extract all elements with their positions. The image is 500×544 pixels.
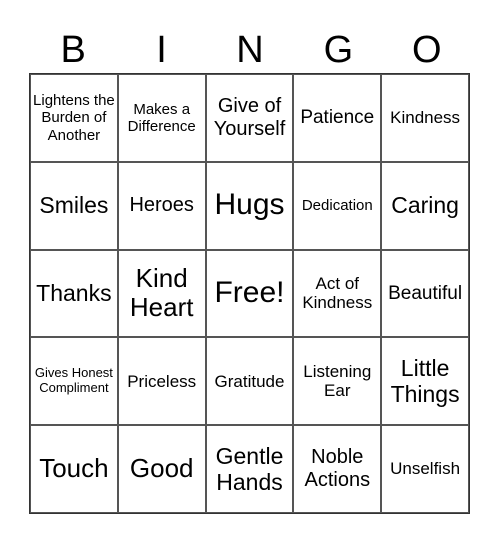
bingo-cell[interactable]: Touch (30, 425, 118, 513)
header-letter-b: B (60, 29, 86, 71)
bingo-header: B I N G O (29, 28, 471, 72)
header-letter-i: I (156, 29, 167, 71)
header-letter-o: O (411, 29, 442, 71)
bingo-cell[interactable]: Thanks (30, 249, 118, 338)
bingo-cell[interactable]: Patience (293, 74, 382, 162)
header-letter-g: G (323, 29, 354, 71)
bingo-cell[interactable]: Gratitude (205, 337, 294, 426)
bingo-cell[interactable]: Kindness (381, 74, 469, 162)
bingo-cell[interactable]: Dedication (293, 161, 382, 250)
header-letter-n: N (236, 29, 264, 71)
bingo-cell[interactable]: Kind Heart (117, 249, 206, 338)
bingo-cell[interactable]: Gentle Hands (205, 425, 294, 513)
free-space[interactable]: Free! (205, 249, 294, 338)
bingo-cell[interactable]: Beautiful (381, 249, 469, 338)
bingo-cell[interactable]: Makes a Difference (117, 74, 206, 162)
bingo-cell[interactable]: Hugs (205, 161, 294, 250)
bingo-cell[interactable]: Noble Actions (293, 425, 382, 513)
bingo-cell[interactable]: Give of Yourself (205, 74, 294, 162)
bingo-cell[interactable]: Gives Honest Compliment (30, 337, 118, 426)
bingo-cell[interactable]: Caring (381, 161, 469, 250)
bingo-cell[interactable]: Priceless (117, 337, 206, 426)
bingo-cell[interactable]: Listening Ear (293, 337, 382, 426)
bingo-cell[interactable]: Unselfish (381, 425, 469, 513)
bingo-cell[interactable]: Smiles (30, 161, 118, 250)
bingo-cell[interactable]: Act of Kindness (293, 249, 382, 338)
bingo-cell[interactable]: Good (117, 425, 206, 513)
bingo-cell[interactable]: Heroes (117, 161, 206, 250)
bingo-grid: Lightens the Burden of Another Makes a D… (29, 73, 470, 514)
bingo-cell[interactable]: Little Things (381, 337, 469, 426)
bingo-cell[interactable]: Lightens the Burden of Another (30, 74, 118, 162)
